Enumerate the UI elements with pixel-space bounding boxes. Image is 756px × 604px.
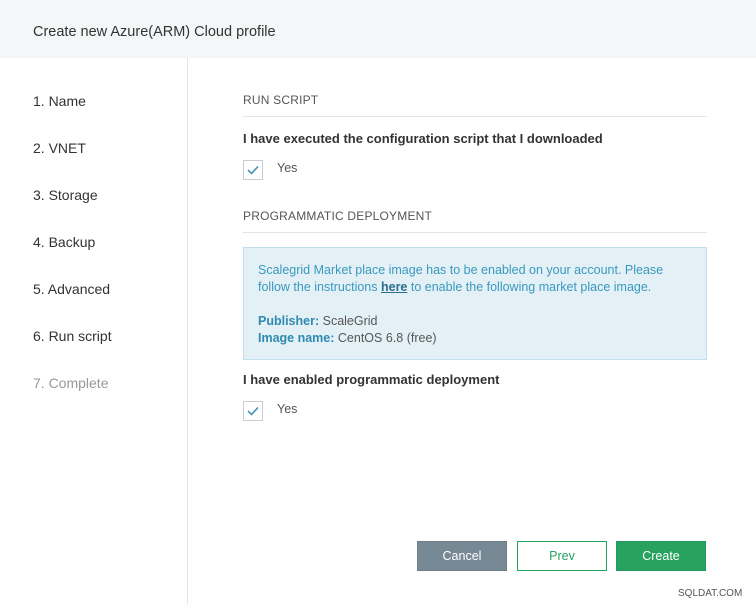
- prev-button[interactable]: Prev: [517, 541, 607, 571]
- publisher-label: Publisher:: [258, 314, 320, 328]
- step-complete: 7. Complete: [33, 375, 109, 391]
- checkmark-icon: [247, 165, 259, 175]
- programmatic-yes-label: Yes: [277, 402, 298, 416]
- run-script-checkbox[interactable]: [243, 160, 263, 180]
- cancel-button[interactable]: Cancel: [417, 541, 507, 571]
- image-name-value: CentOS 6.8 (free): [337, 331, 437, 345]
- market-place-info-box: Scalegrid Market place image has to be e…: [243, 247, 707, 360]
- run-script-yes-label: Yes: [277, 161, 298, 175]
- create-button[interactable]: Create: [616, 541, 706, 571]
- publisher-value: ScaleGrid: [322, 314, 378, 328]
- instructions-link[interactable]: here: [381, 280, 407, 294]
- step-storage[interactable]: 3. Storage: [33, 187, 98, 203]
- programmatic-heading: PROGRAMMATIC DEPLOYMENT: [243, 209, 707, 233]
- watermark: SQLDAT.COM: [678, 588, 743, 599]
- run-script-question: I have executed the configuration script…: [243, 131, 603, 146]
- publisher-row: Publisher: ScaleGrid: [258, 313, 692, 330]
- checkmark-icon: [247, 406, 259, 416]
- wizard-steps-sidebar: 1. Name 2. VNET 3. Storage 4. Backup 5. …: [0, 58, 188, 604]
- info-message: Scalegrid Market place image has to be e…: [258, 263, 664, 294]
- step-run-script[interactable]: 6. Run script: [33, 328, 112, 344]
- image-name-label: Image name:: [258, 331, 335, 345]
- image-name-row: Image name: CentOS 6.8 (free): [258, 330, 692, 347]
- dialog-title: Create new Azure(ARM) Cloud profile: [33, 24, 276, 40]
- step-name[interactable]: 1. Name: [33, 93, 86, 109]
- step-backup[interactable]: 4. Backup: [33, 234, 95, 250]
- step-advanced[interactable]: 5. Advanced: [33, 281, 110, 297]
- programmatic-question: I have enabled programmatic deployment: [243, 372, 500, 387]
- step-vnet[interactable]: 2. VNET: [33, 140, 86, 156]
- run-script-heading: RUN SCRIPT: [243, 93, 707, 117]
- dialog-header: Create new Azure(ARM) Cloud profile: [0, 0, 756, 58]
- programmatic-checkbox[interactable]: [243, 401, 263, 421]
